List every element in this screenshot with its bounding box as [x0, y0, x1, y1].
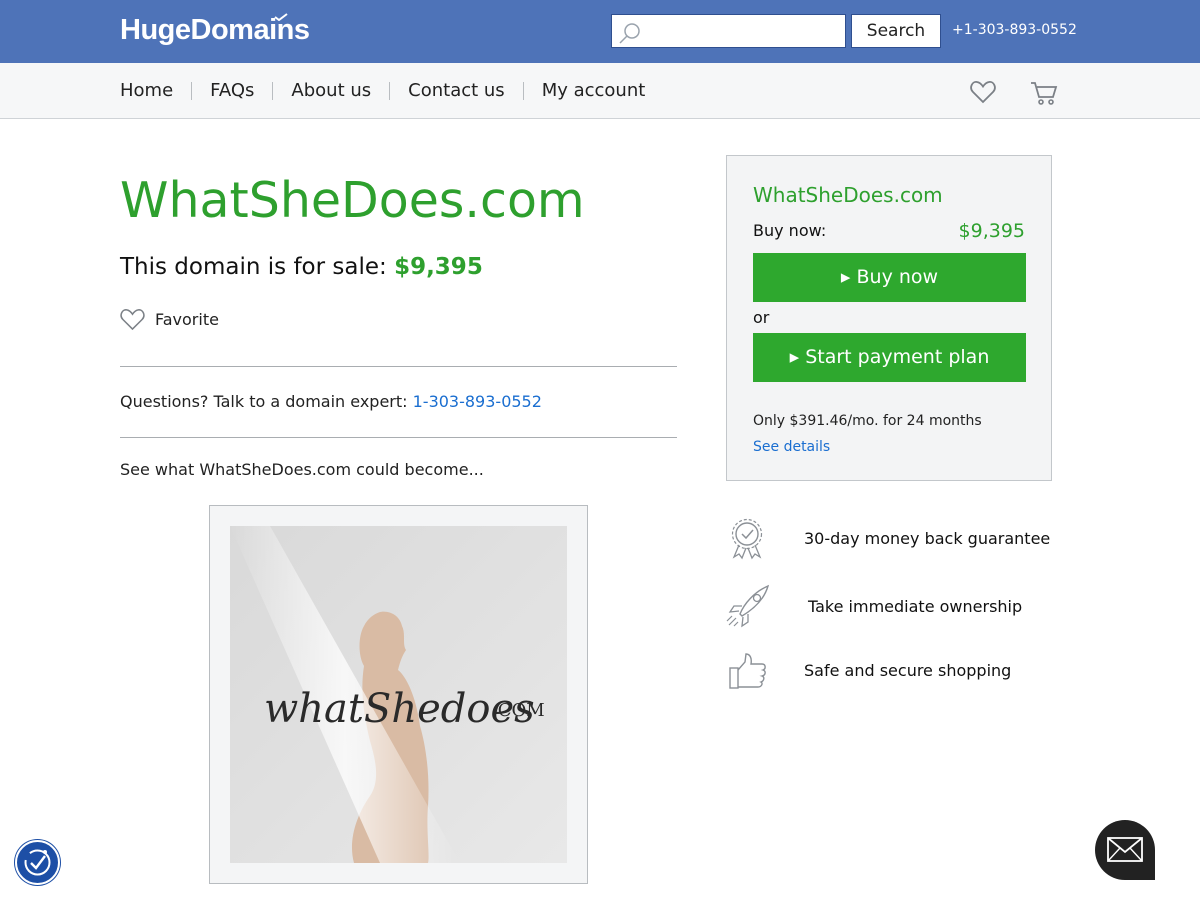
nav-divider — [272, 81, 274, 100]
buy-now-button[interactable]: ▸ Buy now — [753, 253, 1026, 302]
purchase-card: WhatSheDoes.com Buy now: $9,395 ▸ Buy no… — [726, 155, 1052, 481]
feature-label: Take immediate ownership — [808, 597, 1023, 616]
favorite-label: Favorite — [155, 310, 219, 329]
heart-icon — [120, 309, 145, 331]
header-phone[interactable]: +1-303-893-0552 — [952, 22, 1077, 38]
nav-item-contact-us[interactable]: Contact us — [408, 80, 505, 101]
heart-icon[interactable] — [970, 80, 996, 104]
feature-money-back: 30-day money back guarantee — [726, 516, 1050, 560]
logo-preview-graphic: whatShedoes .COM — [230, 526, 567, 863]
rocket-icon — [726, 584, 770, 628]
search-button[interactable]: Search — [851, 14, 941, 48]
envelope-icon — [1107, 837, 1143, 862]
logo-preview-image: whatShedoes .COM — [230, 526, 567, 863]
award-ribbon-icon — [731, 518, 763, 560]
logo-suffix-text: .COM — [492, 700, 545, 721]
main-nav: Home FAQs About us Contact us My account — [120, 80, 645, 101]
buy-now-price: $9,395 — [958, 220, 1025, 242]
feature-label: Safe and secure shopping — [804, 661, 1012, 680]
nav-divider — [389, 81, 391, 100]
thumbs-up-icon — [729, 653, 766, 689]
nav-item-home[interactable]: Home — [120, 80, 173, 101]
favorite-button[interactable]: Favorite — [120, 308, 219, 331]
questions-text: Questions? Talk to a domain expert: — [120, 392, 413, 411]
nav-item-my-account[interactable]: My account — [542, 80, 646, 101]
see-details-link[interactable]: See details — [753, 439, 830, 455]
sale-price: $9,395 — [394, 254, 483, 280]
card-domain: WhatSheDoes.com — [753, 183, 943, 207]
nav-bar: Home FAQs About us Contact us My account — [0, 63, 1200, 119]
or-text: or — [753, 308, 770, 327]
nav-divider — [522, 81, 524, 100]
top-header: HugeDomains Search +1-303-893-0552 — [0, 0, 1200, 63]
accessibility-button[interactable] — [15, 840, 60, 885]
payment-plan-button[interactable]: ▸ Start payment plan — [753, 333, 1026, 382]
nav-item-about-us[interactable]: About us — [291, 80, 371, 101]
monthly-payment-text: Only $391.46/mo. for 24 months — [753, 413, 982, 429]
accessibility-icon — [24, 849, 51, 876]
domain-title: WhatSheDoes.com — [120, 172, 585, 229]
logo-check-icon — [274, 13, 288, 21]
expert-phone-link[interactable]: 1-303-893-0552 — [413, 392, 542, 411]
divider — [120, 437, 677, 438]
logo-preview-frame: whatShedoes .COM — [209, 505, 588, 884]
for-sale-text: This domain is for sale: — [120, 254, 395, 280]
search-field[interactable] — [611, 14, 846, 48]
nav-item-faqs[interactable]: FAQs — [210, 80, 254, 101]
contact-message-button[interactable] — [1095, 820, 1155, 880]
nav-divider — [191, 81, 193, 100]
feature-secure: Safe and secure shopping — [726, 650, 1011, 694]
cart-icon[interactable] — [1030, 80, 1058, 106]
feature-label: 30-day money back guarantee — [804, 529, 1051, 548]
search-input[interactable] — [646, 17, 841, 45]
search-icon — [619, 23, 640, 44]
for-sale-line: This domain is for sale: $9,395 — [120, 254, 483, 280]
buy-now-label: Buy now: — [753, 221, 827, 240]
become-text: See what WhatSheDoes.com could become... — [120, 460, 484, 479]
divider — [120, 366, 677, 367]
feature-ownership: Take immediate ownership — [726, 584, 1022, 628]
questions-line: Questions? Talk to a domain expert: 1-30… — [120, 392, 542, 411]
